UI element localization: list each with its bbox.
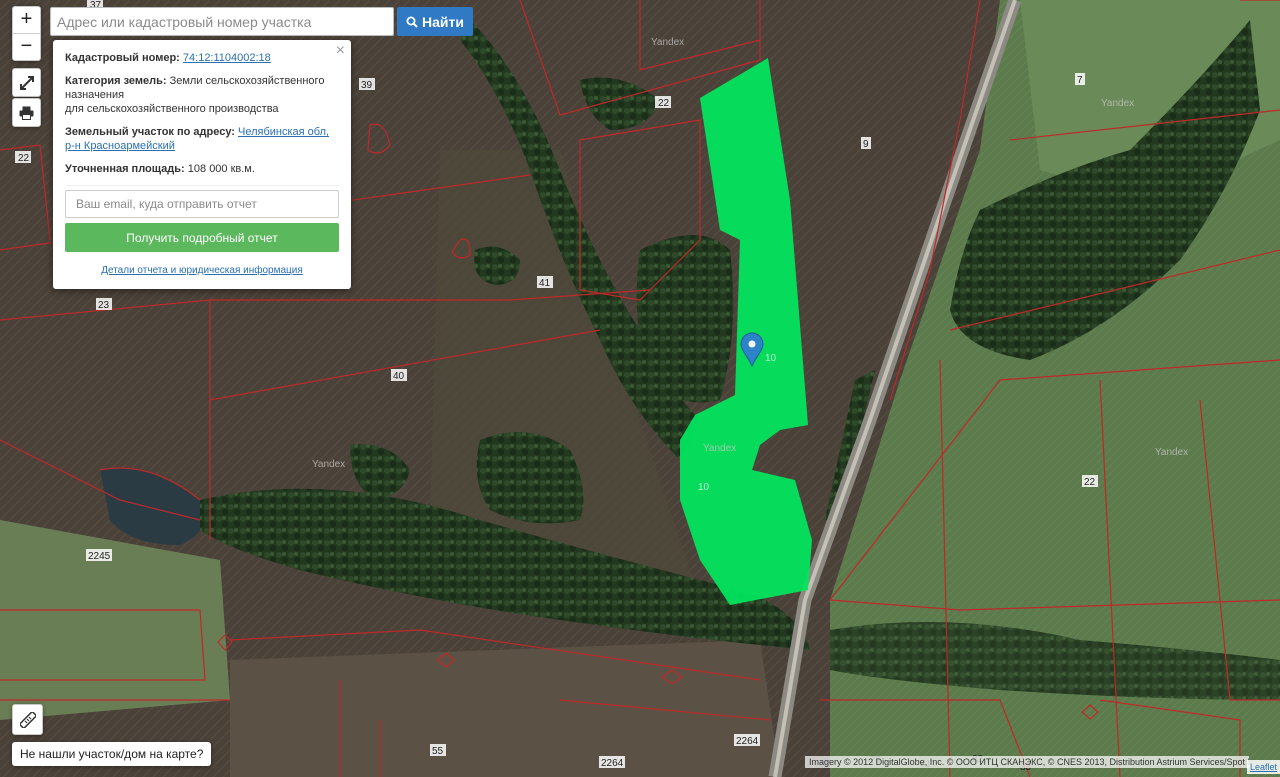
label-2245: 2245 (88, 551, 111, 562)
label-22-north: 22 (658, 98, 670, 109)
address-row: Земельный участок по адресу: Челябинская… (65, 125, 339, 153)
search-input[interactable] (50, 7, 394, 36)
svg-text:Yandex: Yandex (1101, 98, 1134, 109)
label-2264-road: 2264 (736, 736, 759, 747)
search-button[interactable]: Найти (397, 7, 473, 36)
search-icon (406, 16, 418, 28)
label-40: 40 (393, 371, 405, 382)
cadastral-row: Кадастровый номер: 74:12:1104002:18 (65, 51, 339, 65)
svg-text:Yandex: Yandex (651, 37, 684, 48)
popup-divider (65, 185, 339, 186)
label-22-east: 22 (1084, 477, 1096, 488)
zoom-out-button[interactable]: − (13, 33, 40, 60)
get-report-button[interactable]: Получить подробный отчет (65, 223, 339, 252)
category-row: Категория земель: Земли сельскохозяйстве… (65, 74, 339, 116)
leaflet-link[interactable]: Leaflet (1246, 760, 1280, 774)
forest-grove-center (636, 235, 734, 403)
svg-text:Yandex: Yandex (703, 443, 736, 454)
search-bar: Найти (50, 7, 473, 36)
zoom-in-button[interactable]: + (13, 7, 40, 33)
print-icon (19, 106, 34, 120)
label-39: 39 (361, 80, 373, 91)
label-10-east: 10 (765, 353, 777, 364)
label-22-west: 22 (18, 153, 30, 164)
svg-text:Yandex: Yandex (1155, 447, 1188, 458)
category-value-2: для сельскохозяйственного производства (65, 103, 279, 115)
label-23: 23 (98, 300, 110, 311)
print-button[interactable] (12, 98, 41, 127)
search-button-label: Найти (422, 13, 464, 30)
area-row: Уточненная площадь: 108 000 кв.м. (65, 162, 339, 176)
category-label: Категория земель: (65, 75, 167, 87)
popup-footer: Детали отчета и юридическая информация (65, 264, 339, 278)
address-label: Земельный участок по адресу: (65, 126, 235, 138)
label-41: 41 (539, 278, 551, 289)
measure-button[interactable] (12, 704, 43, 735)
close-icon[interactable]: × (336, 43, 345, 59)
not-found-button[interactable]: Не нашли участок/дом на карте? (12, 742, 212, 766)
cadastral-label: Кадастровый номер: (65, 52, 180, 64)
report-details-link[interactable]: Детали отчета и юридическая информация (101, 265, 303, 276)
email-field[interactable] (65, 190, 339, 218)
minus-icon: − (20, 35, 33, 57)
cadastral-number-link[interactable]: 74:12:1104002:18 (183, 52, 271, 64)
ruler-icon (19, 711, 36, 728)
area-label: Уточненная площадь: (65, 163, 185, 175)
label-10-south: 10 (698, 482, 710, 493)
label-55: 55 (432, 746, 444, 757)
fullscreen-icon (19, 75, 34, 90)
fullscreen-button[interactable] (12, 68, 41, 97)
svg-text:Yandex: Yandex (312, 459, 345, 470)
area-value: 108 000 кв.м. (187, 163, 255, 175)
zoom-control: + − (12, 6, 41, 61)
label-9: 9 (863, 139, 869, 150)
label-7: 7 (1077, 75, 1083, 86)
parcel-info-popup: × Кадастровый номер: 74:12:1104002:18 Ка… (53, 40, 351, 289)
label-2264-south: 2264 (601, 758, 624, 769)
map-attribution: Imagery © 2012 DigitalGlobe, Inc. © ООО … (805, 756, 1249, 768)
plus-icon: + (20, 8, 33, 30)
field-south-light (230, 640, 780, 777)
